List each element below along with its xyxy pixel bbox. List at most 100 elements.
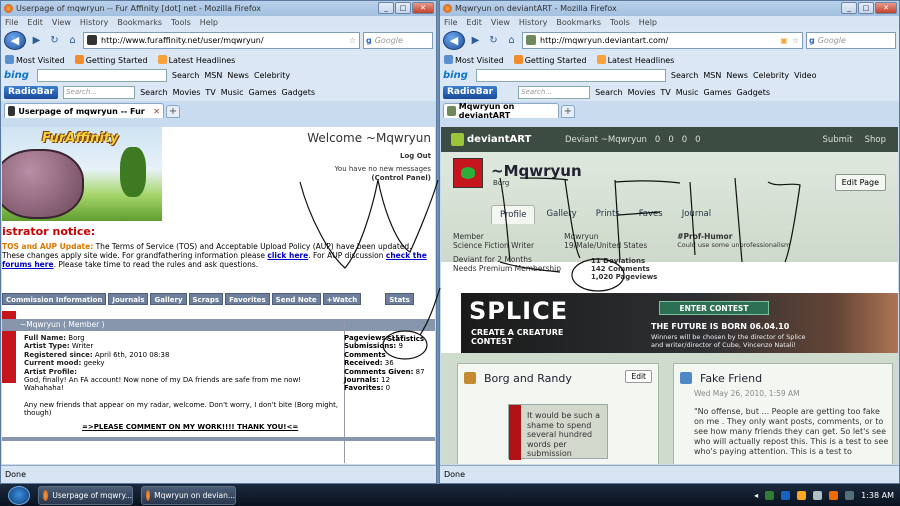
bing-video[interactable]: Video [794,71,816,80]
comment-link[interactable]: =>PLEASE COMMENT ON MY WORK!!!! THANK YO… [82,423,298,431]
deviations-count[interactable]: 11 Deviations [591,257,657,265]
nav-send-note[interactable]: Send Note [271,293,321,305]
bing-search-input[interactable] [36,69,167,82]
message-count[interactable]: 0 [668,135,673,145]
journal-title[interactable]: Fake Friend [700,372,762,385]
home-icon[interactable]: ⌂ [65,33,80,48]
bing-search-button[interactable]: Search [172,71,199,80]
avatar[interactable] [453,158,483,188]
taskbar-item-furaffinity[interactable]: Userpage of mqwry... [38,485,133,505]
menu-edit[interactable]: Edit [27,18,43,27]
star-icon[interactable]: ☆ [349,36,356,45]
volume-icon[interactable] [813,490,823,500]
address-bar[interactable]: http://mqwryun.deviantart.com/ ▣ ☆ [522,31,803,49]
radiobar-search-input[interactable]: Search... [518,86,591,99]
maximize-button[interactable]: □ [858,2,874,14]
update-icon[interactable] [797,490,807,500]
bing-celebrity[interactable]: Celebrity [254,71,290,80]
nav-gallery[interactable]: Gallery [150,293,187,305]
rss-icon[interactable]: ▣ [780,36,788,45]
nav-watch[interactable]: +Watch [322,293,362,305]
bing-msn[interactable]: MSN [703,71,721,80]
radiobar-search-button[interactable]: Search [140,88,167,97]
maximize-button[interactable]: □ [395,2,411,14]
new-tab-button[interactable]: + [561,105,575,118]
address-bar[interactable]: http://www.furaffinity.net/user/mqwryun/… [83,31,360,49]
bookmark-most-visited[interactable]: Most Visited [444,54,504,65]
control-panel-link[interactable]: (Control Panel) [335,174,431,183]
edit-button[interactable]: Edit [625,370,652,383]
da-logo[interactable]: deviantART [441,133,561,146]
deviation-thumbnail[interactable]: It would be such a shame to spend severa… [508,404,608,460]
minimize-button[interactable]: _ [378,2,394,14]
search-input[interactable]: g Google [363,31,433,49]
menu-tools[interactable]: Tools [610,18,630,27]
menu-help[interactable]: Help [200,18,218,27]
submit-button[interactable]: Submit [822,135,852,145]
minimize-button[interactable]: _ [841,2,857,14]
security-icon[interactable] [765,490,775,500]
menu-history[interactable]: History [519,18,547,27]
close-button[interactable]: ✕ [412,2,434,14]
menu-view[interactable]: View [491,18,510,27]
bing-news[interactable]: News [726,71,748,80]
tab-journal[interactable]: Journal [674,205,719,224]
logout-link[interactable]: Log Out [400,152,431,160]
bookmark-getting-started[interactable]: Getting Started [513,54,587,65]
menu-view[interactable]: View [52,18,71,27]
tab-gallery[interactable]: Gallery [538,205,584,224]
fa-logo[interactable]: FurAffinity [42,131,119,146]
bookmark-latest-headlines[interactable]: Latest Headlines [157,54,235,65]
splice-ad-banner[interactable]: SPLICE CREATE A CREATURE CONTEST ENTER CO… [461,293,898,353]
forward-button[interactable]: ▶ [468,33,483,48]
menu-file[interactable]: File [444,18,457,27]
nav-commission[interactable]: Commission Information [2,293,107,305]
notification-count[interactable]: 0 [655,135,660,145]
nav-scraps[interactable]: Scraps [188,293,224,305]
show-hidden-icons[interactable]: ◂ [754,491,758,500]
bing-search-input[interactable] [475,69,666,82]
bing-search-button[interactable]: Search [671,71,698,80]
reload-icon[interactable]: ↻ [486,33,501,48]
menu-bookmarks[interactable]: Bookmarks [556,18,601,27]
badge-title[interactable]: #Prof-Humor [677,232,790,241]
watch-count[interactable]: 0 [695,135,700,145]
radiobar-games[interactable]: Games [704,88,732,97]
network-icon[interactable] [781,490,791,500]
new-tab-button[interactable]: + [166,105,180,118]
radiobar-movies[interactable]: Movies [173,88,201,97]
check-forums-link[interactable]: check the [386,251,427,260]
tab-prints[interactable]: Prints [588,205,628,224]
radiobar-movies[interactable]: Movies [628,88,656,97]
edit-page-button[interactable]: Edit Page [834,174,886,191]
clock[interactable]: 1:38 AM [861,491,894,500]
radiobar-gadgets[interactable]: Gadgets [282,88,315,97]
reload-icon[interactable]: ↻ [47,33,62,48]
enter-contest-button[interactable]: ENTER CONTEST [659,301,769,315]
tab-deviantart[interactable]: Mqwryun on deviantART [443,102,559,120]
forums-here-link[interactable]: forums here [2,260,54,269]
radiobar-tv[interactable]: TV [660,88,670,97]
radiobar-music[interactable]: Music [221,88,244,97]
bookmark-getting-started[interactable]: Getting Started [74,54,148,65]
star-icon[interactable]: ☆ [792,36,799,45]
search-input[interactable]: g Google [806,31,896,49]
nav-journals[interactable]: Journals [108,293,149,305]
bookmark-most-visited[interactable]: Most Visited [5,54,65,65]
close-tab-icon[interactable]: ✕ [153,107,160,116]
menu-tools[interactable]: Tools [171,18,191,27]
radiobar-gadgets[interactable]: Gadgets [737,88,770,97]
click-here-link[interactable]: click here [267,251,308,260]
back-button[interactable]: ◀ [443,30,465,50]
tab-faves[interactable]: Faves [631,205,671,224]
title-bar[interactable]: Mqwryun on deviantART - Mozilla Firefox … [440,1,899,16]
bing-news[interactable]: News [227,71,249,80]
menu-edit[interactable]: Edit [466,18,482,27]
radiobar-music[interactable]: Music [676,88,699,97]
menu-help[interactable]: Help [639,18,657,27]
action-center-icon[interactable] [845,490,855,500]
menu-history[interactable]: History [80,18,108,27]
bing-msn[interactable]: MSN [204,71,222,80]
bookmark-latest-headlines[interactable]: Latest Headlines [596,54,674,65]
shop-button[interactable]: Shop [865,135,886,145]
